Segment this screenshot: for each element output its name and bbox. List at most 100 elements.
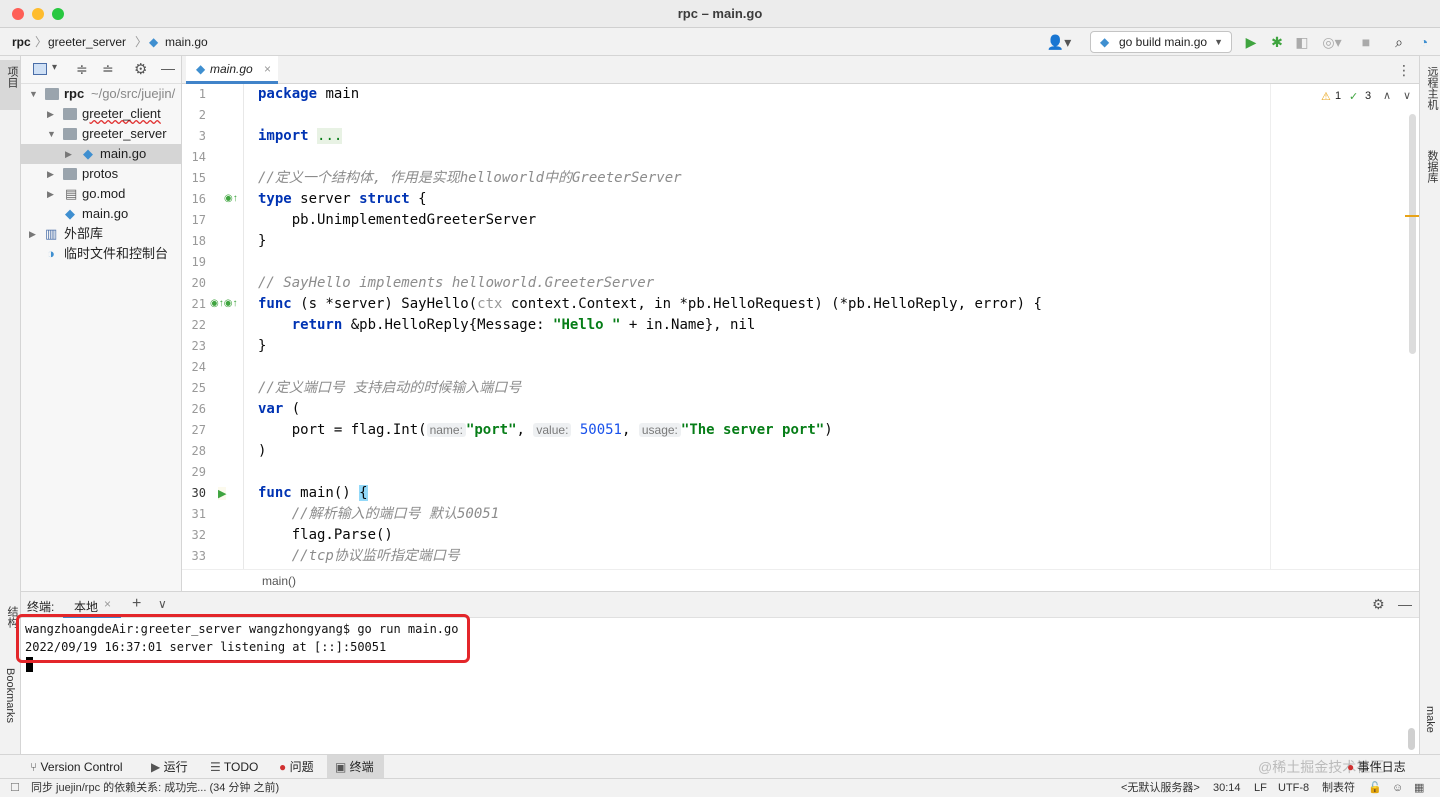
code-line-27: port = flag.Int(name: "port", value: 5005… xyxy=(258,422,833,438)
database-tool-button[interactable]: 数据库 xyxy=(1424,150,1440,183)
line-number: 14 xyxy=(191,150,206,164)
add-icon[interactable]: + xyxy=(132,595,141,613)
chevron-down-icon[interactable]: ∨ xyxy=(158,597,167,611)
tree-item-external-libraries[interactable]: ▶ ▥ 外部库 xyxy=(21,224,181,244)
search-icon[interactable]: ⌕ xyxy=(1390,34,1408,50)
user-icon[interactable]: 👤▾ xyxy=(1046,34,1072,50)
tree-item-label: rpc xyxy=(64,86,85,101)
bookmarks-tool-button[interactable]: Bookmarks xyxy=(4,668,16,723)
line-number: 25 xyxy=(191,381,206,395)
run-configuration-label: go build main.go xyxy=(1119,35,1208,49)
lock-icon[interactable]: 🔓 xyxy=(1368,779,1382,797)
more-options-icon[interactable]: ⋮ xyxy=(1397,62,1411,79)
line-number: 31 xyxy=(191,507,206,521)
zoom-window-button[interactable] xyxy=(52,8,64,20)
hide-panel-icon[interactable]: — xyxy=(161,60,175,76)
chevron-down-icon: ▼ xyxy=(29,89,38,99)
coverage-icon[interactable]: ◧ xyxy=(1293,34,1311,50)
implementation-icon[interactable]: ◉↑ xyxy=(224,193,238,204)
status-position[interactable]: 30:14 xyxy=(1213,779,1241,797)
breadcrumb-file[interactable]: main.go xyxy=(165,28,208,56)
inspector-icon[interactable]: ☺ xyxy=(1392,779,1403,797)
tab-run[interactable]: ▶ 运行 xyxy=(151,755,188,779)
gopher-file-icon: ◆ xyxy=(196,62,206,76)
parameter-hint: value: xyxy=(533,423,572,437)
tab-version-control[interactable]: ⑂ Version Control xyxy=(30,755,123,779)
tree-item-greeter-client[interactable]: ▶ greeter_client xyxy=(21,104,181,124)
tree-item-go-mod[interactable]: ▶ ▤ go.mod xyxy=(21,184,181,204)
terminal-scrollbar[interactable] xyxy=(1408,728,1415,750)
line-number: 30 xyxy=(191,486,206,500)
project-tool-label: 项目 xyxy=(6,66,18,88)
chevron-right-icon: ▶ xyxy=(47,109,54,119)
event-log-button[interactable]: ● 事件日志 xyxy=(1347,755,1406,779)
tab-terminal[interactable]: ▣ 终端 xyxy=(327,755,384,779)
stop-icon[interactable]: ■ xyxy=(1359,34,1373,50)
make-tool-button[interactable]: make xyxy=(1424,706,1436,733)
chevron-right-icon: ▶ xyxy=(65,149,72,159)
gopher-icon: ◆ xyxy=(1100,35,1110,49)
chevron-down-icon[interactable]: ∨ xyxy=(1403,89,1411,102)
line-number: 16 xyxy=(191,192,206,206)
collapse-all-icon[interactable]: ≐ xyxy=(102,61,114,78)
project-panel: ▾ ≑ ≐ ⚙ — ▼ rpc ~/go/src/juejin/ ▶ greet… xyxy=(21,56,182,591)
code-line-32: flag.Parse() xyxy=(258,527,393,543)
remote-host-tool-button[interactable]: 远程主机 xyxy=(1424,66,1440,110)
editor-tab-main-go[interactable]: ◆ main.go × xyxy=(186,56,278,84)
warning-icon[interactable]: ⚠ xyxy=(1321,90,1331,103)
tree-item-rpc[interactable]: ▼ rpc ~/go/src/juejin/ xyxy=(21,84,181,104)
expand-all-icon[interactable]: ≑ xyxy=(76,61,88,78)
branch-icon: ⑂ xyxy=(30,760,41,774)
run-configuration-select[interactable]: ◆ go build main.go ▼ xyxy=(1090,31,1232,53)
tree-item-main-go-selected[interactable]: ▶ ◆ main.go xyxy=(21,144,181,164)
tree-item-label: greeter_client xyxy=(82,106,161,121)
status-line-separator[interactable]: LF xyxy=(1254,779,1267,797)
status-server[interactable]: <无默认服务器> xyxy=(1121,779,1200,797)
close-window-button[interactable] xyxy=(12,8,24,20)
close-tab-icon[interactable]: × xyxy=(104,597,111,611)
chevron-down-icon[interactable]: ▾ xyxy=(52,62,57,73)
settings-sync-icon[interactable]: ◔ xyxy=(1414,34,1434,50)
check-icon[interactable]: ✓ xyxy=(1349,90,1358,103)
code-editor[interactable]: package main import ... //定义一个结构体, 作用是实现… xyxy=(244,84,1270,569)
run-icon[interactable]: ▶ xyxy=(218,487,227,500)
editor-tab-label: main.go xyxy=(210,62,253,76)
breadcrumb-project[interactable]: rpc xyxy=(12,28,31,56)
minimize-window-button[interactable] xyxy=(32,8,44,20)
folded-imports[interactable]: ... xyxy=(317,128,343,144)
tree-item-greeter-server[interactable]: ▼ greeter_server xyxy=(21,124,181,144)
warning-marker[interactable] xyxy=(1405,215,1419,217)
run-icon[interactable]: ▶ xyxy=(1243,34,1259,50)
editor-scrollbar[interactable] xyxy=(1409,114,1416,354)
tree-item-label: main.go xyxy=(82,206,129,221)
right-tool-strip: 远程主机 数据库 make xyxy=(1419,56,1440,754)
tree-item-scratches[interactable]: ◑ 临时文件和控制台 xyxy=(21,244,181,264)
gear-icon[interactable]: ⚙ xyxy=(134,60,147,78)
editor-breadcrumb[interactable]: main() xyxy=(182,569,1419,591)
line-number: 17 xyxy=(191,213,206,227)
chevron-up-icon[interactable]: ∧ xyxy=(1383,89,1391,102)
project-tool-button[interactable]: 项目 xyxy=(0,60,20,110)
implementation-icon[interactable]: ◉↑◉↑ xyxy=(210,298,237,309)
code-line-20: // SayHello implements helloworld.Greete… xyxy=(258,275,655,291)
tree-item-protos[interactable]: ▶ protos xyxy=(21,164,181,184)
status-message[interactable]: 同步 juejin/rpc 的依赖关系: 成功完... (34 分钟 之前) xyxy=(31,779,279,797)
status-square-icon: ☐ xyxy=(10,782,20,794)
tab-problems[interactable]: ● 问题 xyxy=(279,755,314,779)
chevron-down-icon: ▼ xyxy=(1214,37,1223,47)
debug-icon[interactable]: ✱ xyxy=(1268,34,1286,50)
inspection-gutter: ⚠ 1 ✓ 3 ∧ ∨ xyxy=(1270,84,1419,569)
tree-item-main-go[interactable]: ◆ main.go xyxy=(21,204,181,224)
gear-icon[interactable]: ⚙ xyxy=(1372,596,1385,613)
project-view-icon[interactable] xyxy=(33,63,47,75)
breadcrumb-folder[interactable]: greeter_server xyxy=(48,28,126,56)
hide-panel-icon[interactable]: — xyxy=(1398,596,1412,612)
status-indent[interactable]: 制表符 xyxy=(1322,779,1355,797)
list-icon: ☰ xyxy=(210,760,224,774)
close-tab-icon[interactable]: × xyxy=(264,56,271,82)
highlight-annotation-box xyxy=(16,614,470,663)
tab-todo[interactable]: ☰ TODO xyxy=(210,755,258,779)
memory-icon[interactable]: ▦ xyxy=(1414,779,1424,797)
status-encoding[interactable]: UTF-8 xyxy=(1278,779,1309,797)
profile-icon[interactable]: ◎▾ xyxy=(1317,34,1347,50)
